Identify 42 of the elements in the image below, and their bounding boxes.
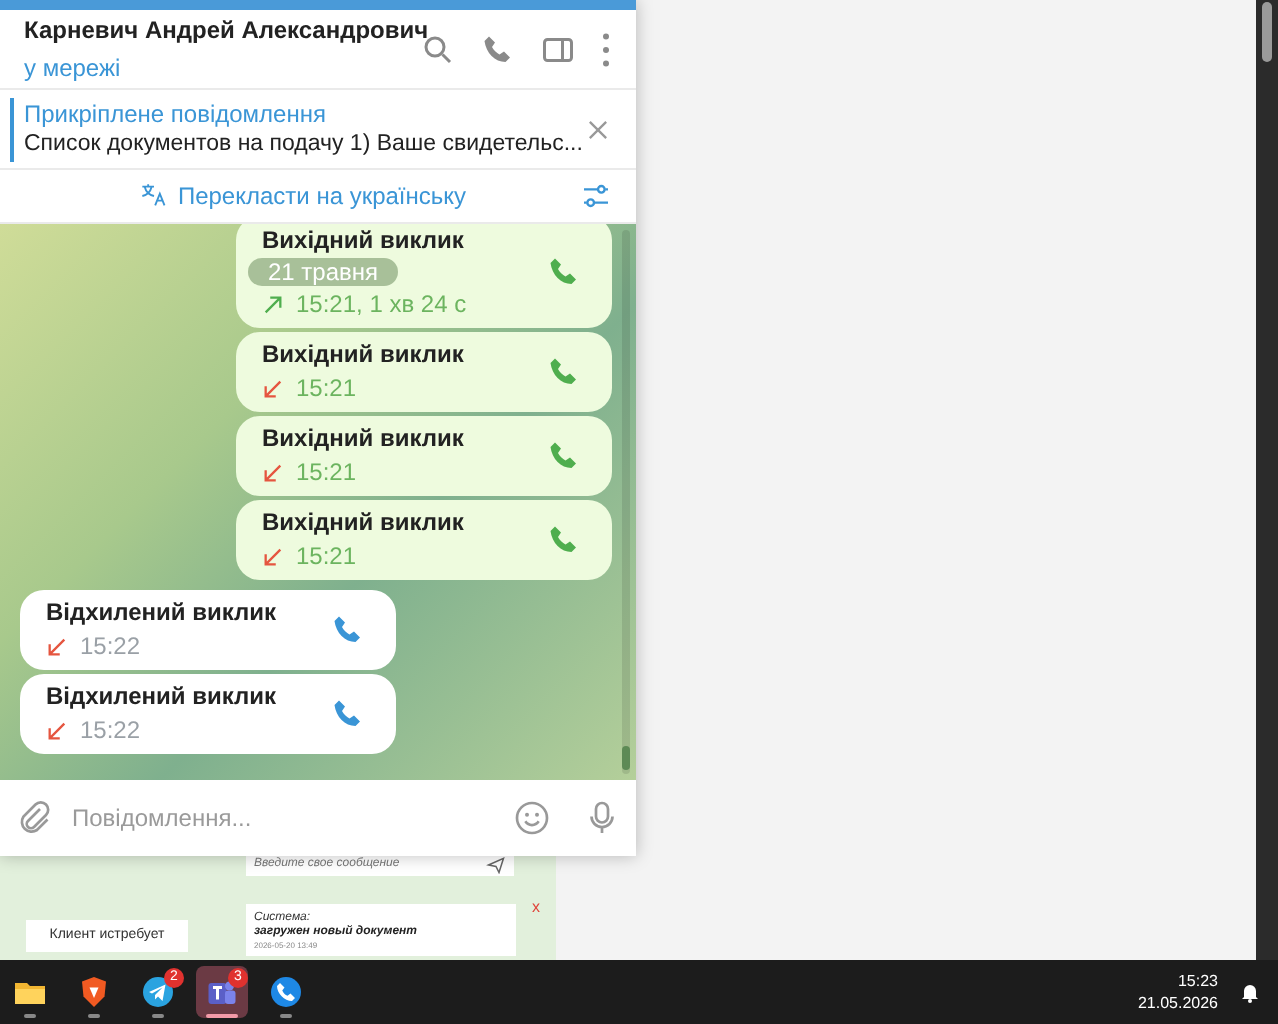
phone-icon[interactable]	[546, 438, 582, 474]
clock-time: 15:23	[1177, 970, 1218, 992]
page-scrollbar[interactable]	[1256, 0, 1278, 960]
call-title: Вихідний виклик	[262, 226, 466, 256]
attach-icon[interactable]	[16, 800, 52, 836]
translate-button[interactable]: Перекласти на українську	[24, 178, 580, 214]
call-title: Вихідний виклик	[262, 424, 466, 454]
send-icon[interactable]	[486, 855, 506, 873]
call-time: 15:21, 1 хв 24 с	[296, 290, 467, 320]
phone-icon[interactable]	[546, 254, 582, 290]
phone-icon[interactable]	[546, 354, 582, 390]
bell-icon[interactable]	[1238, 980, 1262, 1004]
message-input[interactable]: Повідомлення...	[72, 800, 492, 836]
clock-date: 21.05.2026	[1137, 992, 1218, 1014]
more-icon[interactable]	[600, 31, 612, 67]
call-title: Відхилений виклик	[46, 682, 279, 712]
call-time: 15:22	[80, 716, 141, 746]
call-time: 15:21	[296, 374, 357, 404]
pinned-title: Прикріплене повідомлення	[24, 99, 328, 129]
call-time: 15:22	[80, 632, 141, 662]
phone-icon[interactable]	[546, 522, 582, 558]
microphone-icon[interactable]	[584, 798, 620, 838]
date-pill: 21 травня	[248, 258, 399, 286]
call-time: 15:21	[296, 458, 357, 488]
close-mark[interactable]: x	[532, 900, 540, 916]
online-status: у мережі	[24, 52, 123, 84]
call-time: 15:21	[296, 542, 357, 572]
lion-shield-icon	[76, 974, 112, 1010]
call-title: Вихідний виклик	[262, 508, 466, 538]
translate-icon[interactable]	[137, 182, 170, 210]
phone-app-icon	[268, 974, 304, 1010]
call-title: Відхилений виклик	[46, 598, 279, 628]
close-icon[interactable]	[584, 115, 612, 143]
paper-plane-icon	[140, 974, 176, 1010]
emoji-icon[interactable]	[512, 798, 552, 838]
pinned-text: Список документов на подачу 1) Ваше свидетельс...	[24, 129, 584, 159]
phone-icon[interactable]	[480, 31, 516, 67]
settings-sliders-icon[interactable]	[580, 180, 612, 212]
call-title: Вихідний виклик	[262, 340, 466, 370]
phone-icon[interactable]	[330, 612, 366, 648]
pinned-message[interactable]: Прикріплене повідомлення Список документов на подачу 1) Ваше свидетельс...	[0, 90, 636, 170]
phone-icon[interactable]	[330, 696, 366, 732]
